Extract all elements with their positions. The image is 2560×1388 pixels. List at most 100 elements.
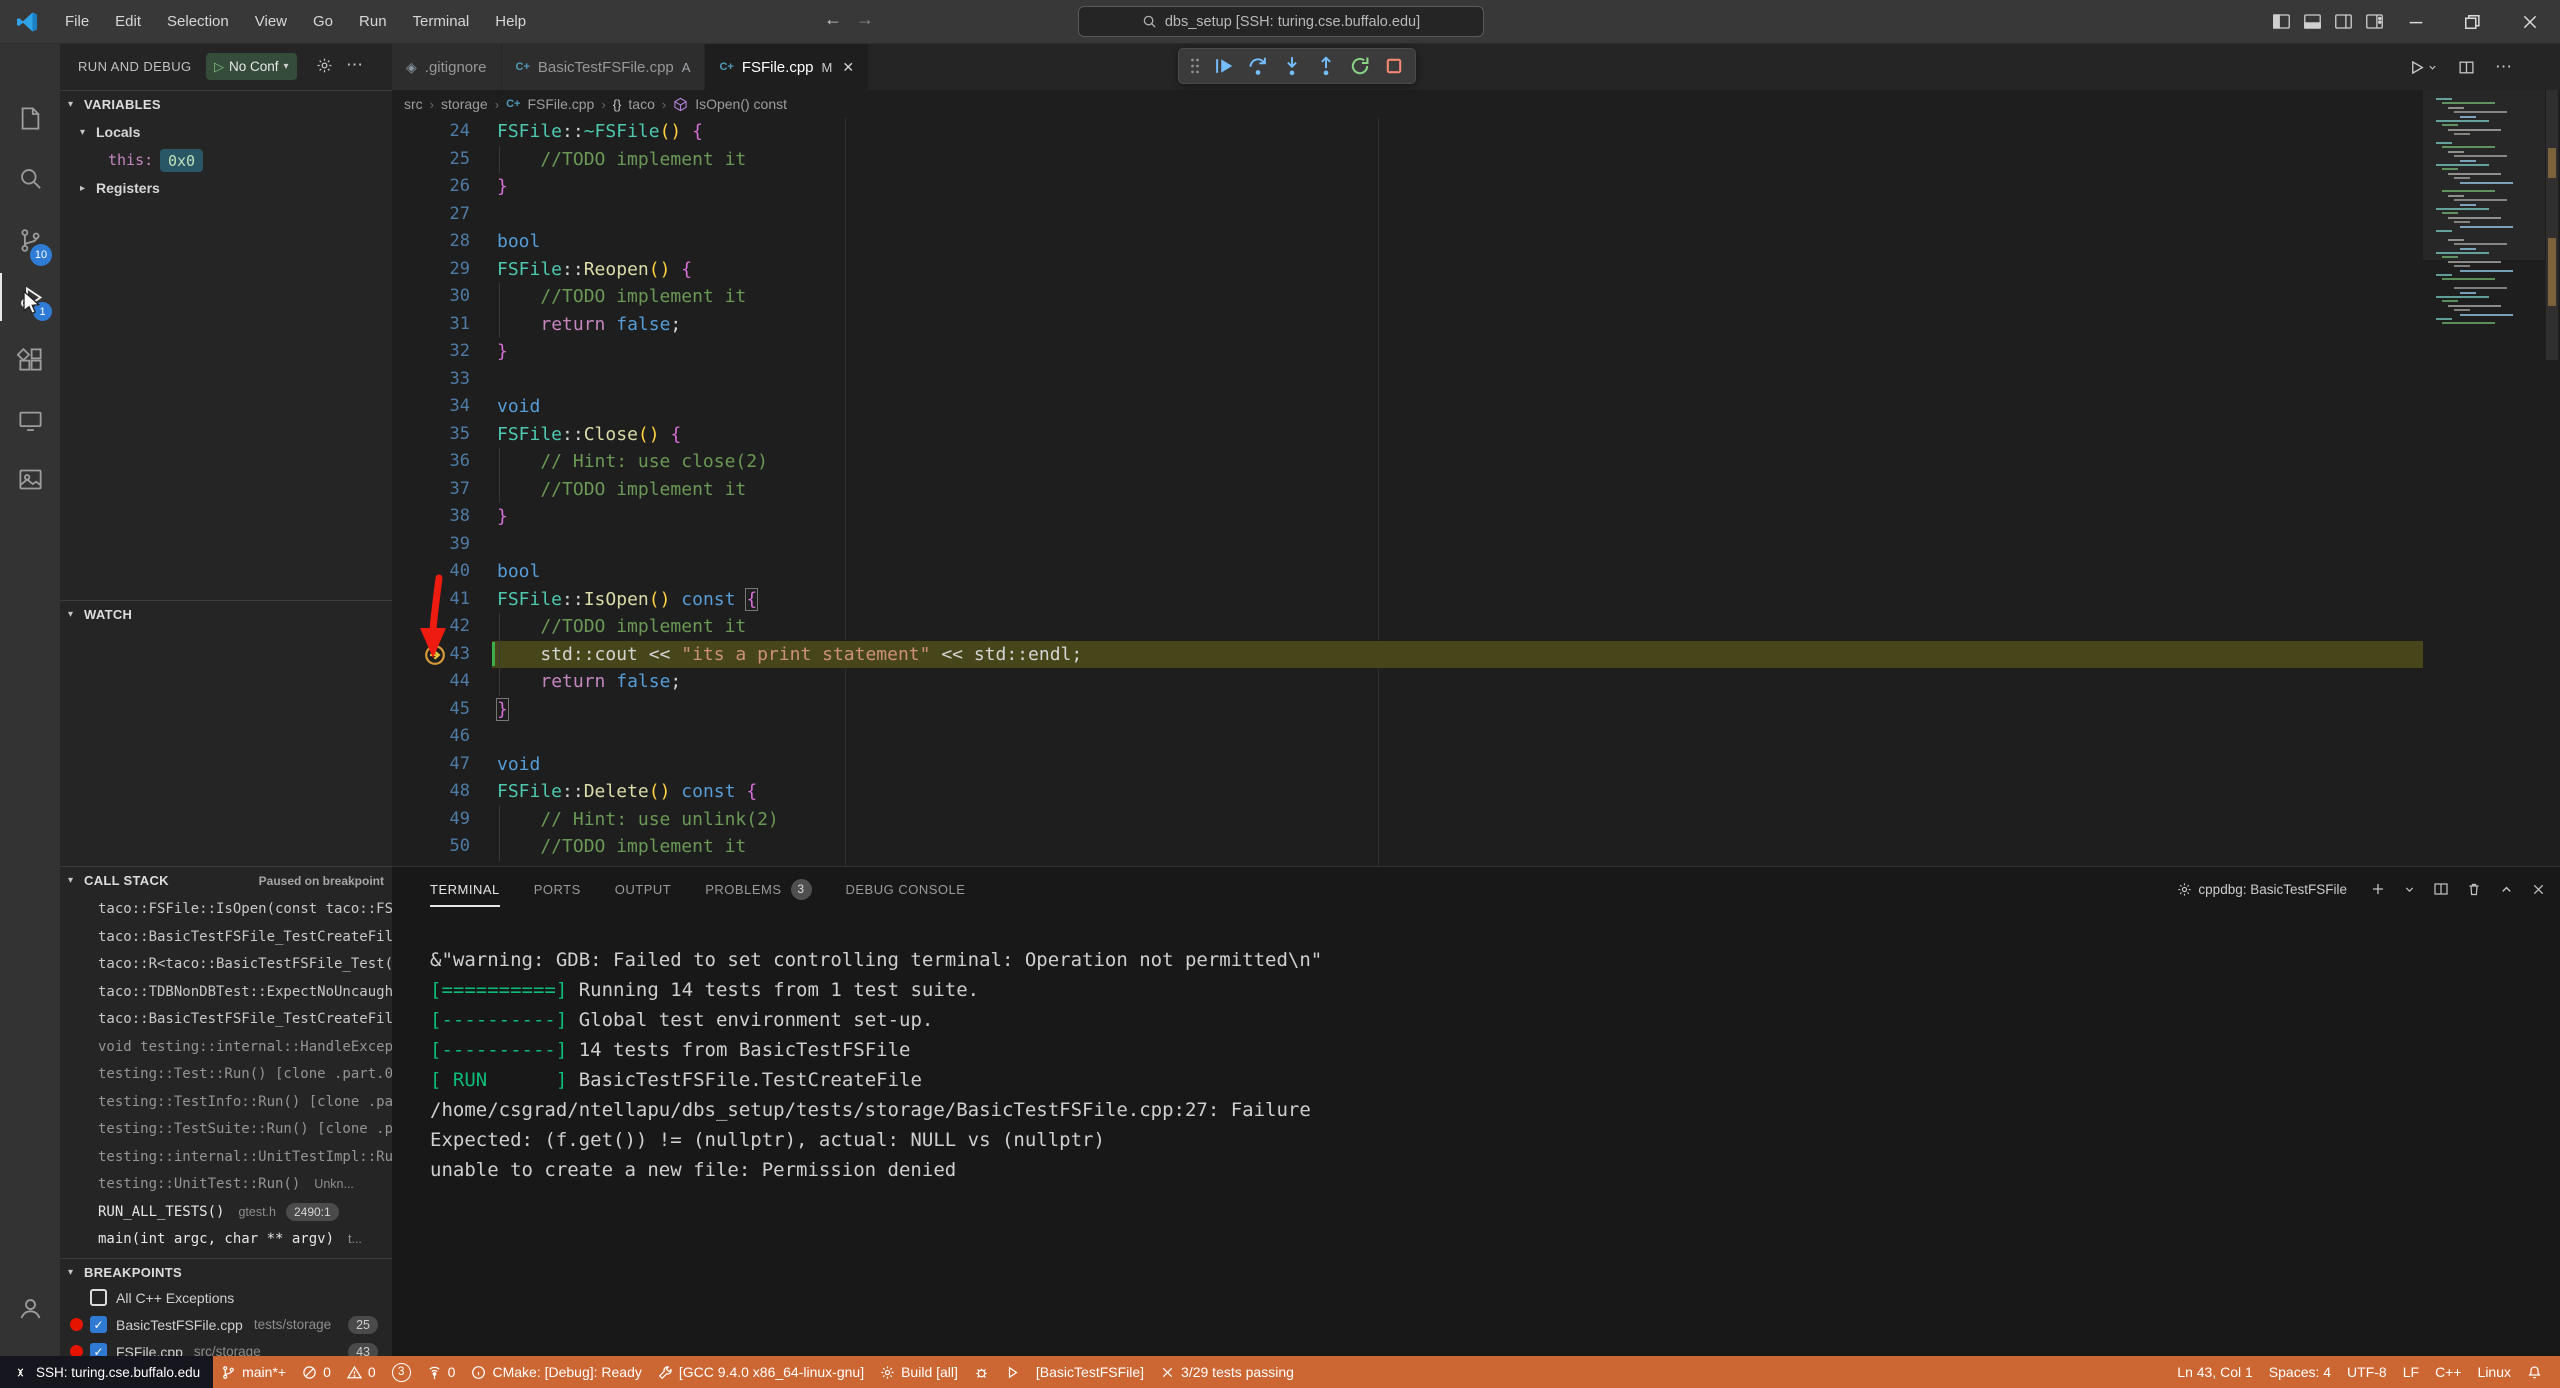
menu-run[interactable]: Run	[346, 0, 400, 44]
call-stack-frame[interactable]: RUN_ALL_TESTS()gtest.h2490:1	[60, 1199, 392, 1227]
breakpoints-section-header[interactable]: ▾ BREAKPOINTS	[60, 1258, 392, 1286]
locals-tree-item[interactable]: ▾ Locals	[60, 118, 392, 146]
breakpoint-row[interactable]: All C++ Exceptions	[60, 1284, 392, 1311]
status-info[interactable]: CMake: [Debug]: Ready	[463, 1356, 649, 1388]
activity-account-icon[interactable]	[0, 1284, 60, 1332]
call-stack-frame[interactable]: taco::BasicTestFSFile_TestCreateFil	[60, 924, 392, 952]
status-utf-8[interactable]: UTF-8	[2339, 1356, 2395, 1388]
debug-restart-icon[interactable]	[1349, 55, 1371, 77]
breadcrumb-item[interactable]: IsOpen() const	[695, 96, 787, 112]
more-actions-icon[interactable]: ⋯	[346, 55, 363, 75]
editor-scrollbar[interactable]	[2546, 90, 2558, 360]
status-gear[interactable]: Build [all]	[872, 1356, 966, 1388]
start-debug-icon[interactable]: ▷	[214, 59, 224, 75]
breakpoint-row[interactable]: ✓BasicTestFSFile.cpptests/storage25	[60, 1311, 392, 1338]
run-menu-icon[interactable]	[2408, 59, 2438, 76]
status-antenna[interactable]: 0	[419, 1356, 464, 1388]
editor-more-actions-icon[interactable]: ⋯	[2495, 57, 2512, 77]
toggle-secondary-sidebar-icon[interactable]	[2334, 12, 2353, 31]
split-editor-icon[interactable]	[2458, 59, 2475, 76]
status-lf[interactable]: LF	[2395, 1356, 2427, 1388]
toggle-sidebar-icon[interactable]	[2272, 12, 2291, 31]
debug-config-dropdown[interactable]: ▷ No Conf ▾	[206, 53, 297, 80]
maximize-panel-icon[interactable]	[2499, 882, 2514, 897]
debug-stop-icon[interactable]	[1383, 55, 1405, 77]
debug-continue-icon[interactable]	[1213, 55, 1235, 77]
menu-selection[interactable]: Selection	[154, 0, 242, 44]
tab-BasicTestFSFile.cpp[interactable]: C+BasicTestFSFile.cppA	[502, 44, 706, 90]
breadcrumb-item[interactable]: storage	[441, 96, 488, 112]
kill-terminal-icon[interactable]	[2466, 881, 2482, 897]
menu-terminal[interactable]: Terminal	[400, 0, 483, 44]
panel-tab-output[interactable]: OUTPUT	[615, 867, 671, 911]
status-warning[interactable]: 0	[339, 1356, 384, 1388]
registers-tree-item[interactable]: ▸ Registers	[60, 174, 392, 202]
activity-search-icon[interactable]	[0, 154, 60, 202]
status-linux[interactable]: Linux	[2470, 1356, 2519, 1388]
new-terminal-icon[interactable]	[2370, 881, 2386, 897]
toggle-panel-icon[interactable]	[2303, 12, 2322, 31]
call-stack-frame[interactable]: taco::R<taco::BasicTestFSFile_Test(	[60, 951, 392, 979]
status-ln-43-col-1[interactable]: Ln 43, Col 1	[2169, 1356, 2261, 1388]
status-wrench[interactable]: [GCC 9.4.0 x86_64-linux-gnu]	[650, 1356, 872, 1388]
status-circle[interactable]: 3	[384, 1356, 419, 1388]
breakpoint-checkbox[interactable]: ✓	[90, 1316, 107, 1333]
call-stack-frame[interactable]: main(int argc, char ** argv)t...	[60, 1226, 392, 1254]
breadcrumb-item[interactable]: taco	[628, 96, 654, 112]
breakpoint-checkbox[interactable]: ✓	[90, 1343, 107, 1356]
status-close[interactable]: 3/29 tests passing	[1152, 1356, 1302, 1388]
breakpoint-checkbox[interactable]	[90, 1289, 107, 1306]
nav-back-icon[interactable]: ←	[824, 9, 842, 30]
menu-help[interactable]: Help	[482, 0, 539, 44]
activity-explorer-icon[interactable]	[0, 94, 60, 142]
menu-edit[interactable]: Edit	[102, 0, 154, 44]
terminal-dropdown-icon[interactable]	[2403, 883, 2416, 896]
call-stack-frame[interactable]: testing::UnitTest::Run()Unkn...	[60, 1171, 392, 1199]
terminal-session[interactable]: cppdbg: BasicTestFSFile	[2177, 882, 2347, 897]
debug-step-into-icon[interactable]	[1281, 55, 1303, 77]
command-center-search[interactable]: dbs_setup [SSH: turing.cse.buffalo.edu]	[1078, 6, 1484, 37]
breakpoint-row[interactable]: ✓FSFile.cppsrc/storage43	[60, 1338, 392, 1356]
code-editor[interactable]: FSFile::~FSFile() { //TODO implement it}…	[497, 118, 1082, 861]
tab-FSFile.cpp[interactable]: C+FSFile.cppM✕	[705, 44, 869, 90]
status-branch[interactable]: main*+	[213, 1356, 294, 1388]
nav-forward-icon[interactable]: →	[856, 9, 874, 30]
tab-.gitignore[interactable]: ◈.gitignore	[392, 44, 502, 90]
variable-this-row[interactable]: this: 0x0	[60, 146, 392, 174]
status-bug[interactable]	[966, 1356, 997, 1388]
status-bell[interactable]	[2519, 1356, 2550, 1388]
call-stack-frame[interactable]: testing::TestSuite::Run() [clone .p	[60, 1116, 392, 1144]
window-close-icon[interactable]	[2520, 12, 2540, 32]
call-stack-frame[interactable]: taco::BasicTestFSFile_TestCreateFil	[60, 1006, 392, 1034]
status-remote[interactable]: SSH: turing.cse.buffalo.edu	[0, 1356, 213, 1388]
status-play[interactable]	[997, 1356, 1028, 1388]
status-error[interactable]: 0	[294, 1356, 339, 1388]
status--basictestfsfile-[interactable]: [BasicTestFSFile]	[1028, 1356, 1152, 1388]
variables-section-header[interactable]: ▾ VARIABLES	[60, 90, 392, 118]
panel-tab-problems[interactable]: PROBLEMS3	[705, 867, 811, 911]
drag-grip-icon[interactable]	[1189, 56, 1201, 76]
activity-image-preview-icon[interactable]	[0, 455, 60, 503]
minimap-slider[interactable]	[2423, 90, 2545, 260]
call-stack-frame[interactable]: testing::internal::UnitTestImpl::Ru	[60, 1144, 392, 1172]
debug-step-over-icon[interactable]	[1247, 55, 1269, 77]
menu-go[interactable]: Go	[300, 0, 346, 44]
panel-tab-terminal[interactable]: TERMINAL	[430, 867, 500, 911]
status-c-[interactable]: C++	[2427, 1356, 2469, 1388]
panel-tab-ports[interactable]: PORTS	[534, 867, 581, 911]
window-minimize-icon[interactable]	[2406, 12, 2426, 32]
terminal-output[interactable]: &"warning: GDB: Failed to set controllin…	[430, 945, 1322, 1185]
call-stack-section-header[interactable]: ▾ CALL STACK Paused on breakpoint	[60, 866, 392, 894]
call-stack-frame[interactable]: taco::FSFile::IsOpen(const taco::FS	[60, 896, 392, 924]
customize-layout-icon[interactable]	[2365, 12, 2384, 31]
watch-section-header[interactable]: ▾ WATCH	[60, 600, 392, 628]
tab-close-icon[interactable]: ✕	[842, 59, 854, 76]
breadcrumb-item[interactable]: src	[404, 96, 423, 112]
debug-settings-gear-icon[interactable]	[316, 57, 333, 74]
menu-view[interactable]: View	[242, 0, 300, 44]
call-stack-frame[interactable]: taco::TDBNonDBTest::ExpectNoUncaugh	[60, 979, 392, 1007]
activity-extensions-icon[interactable]	[0, 335, 60, 383]
split-terminal-icon[interactable]	[2433, 881, 2449, 897]
breadcrumb-item[interactable]: FSFile.cpp	[527, 96, 594, 112]
close-panel-icon[interactable]	[2531, 882, 2546, 897]
